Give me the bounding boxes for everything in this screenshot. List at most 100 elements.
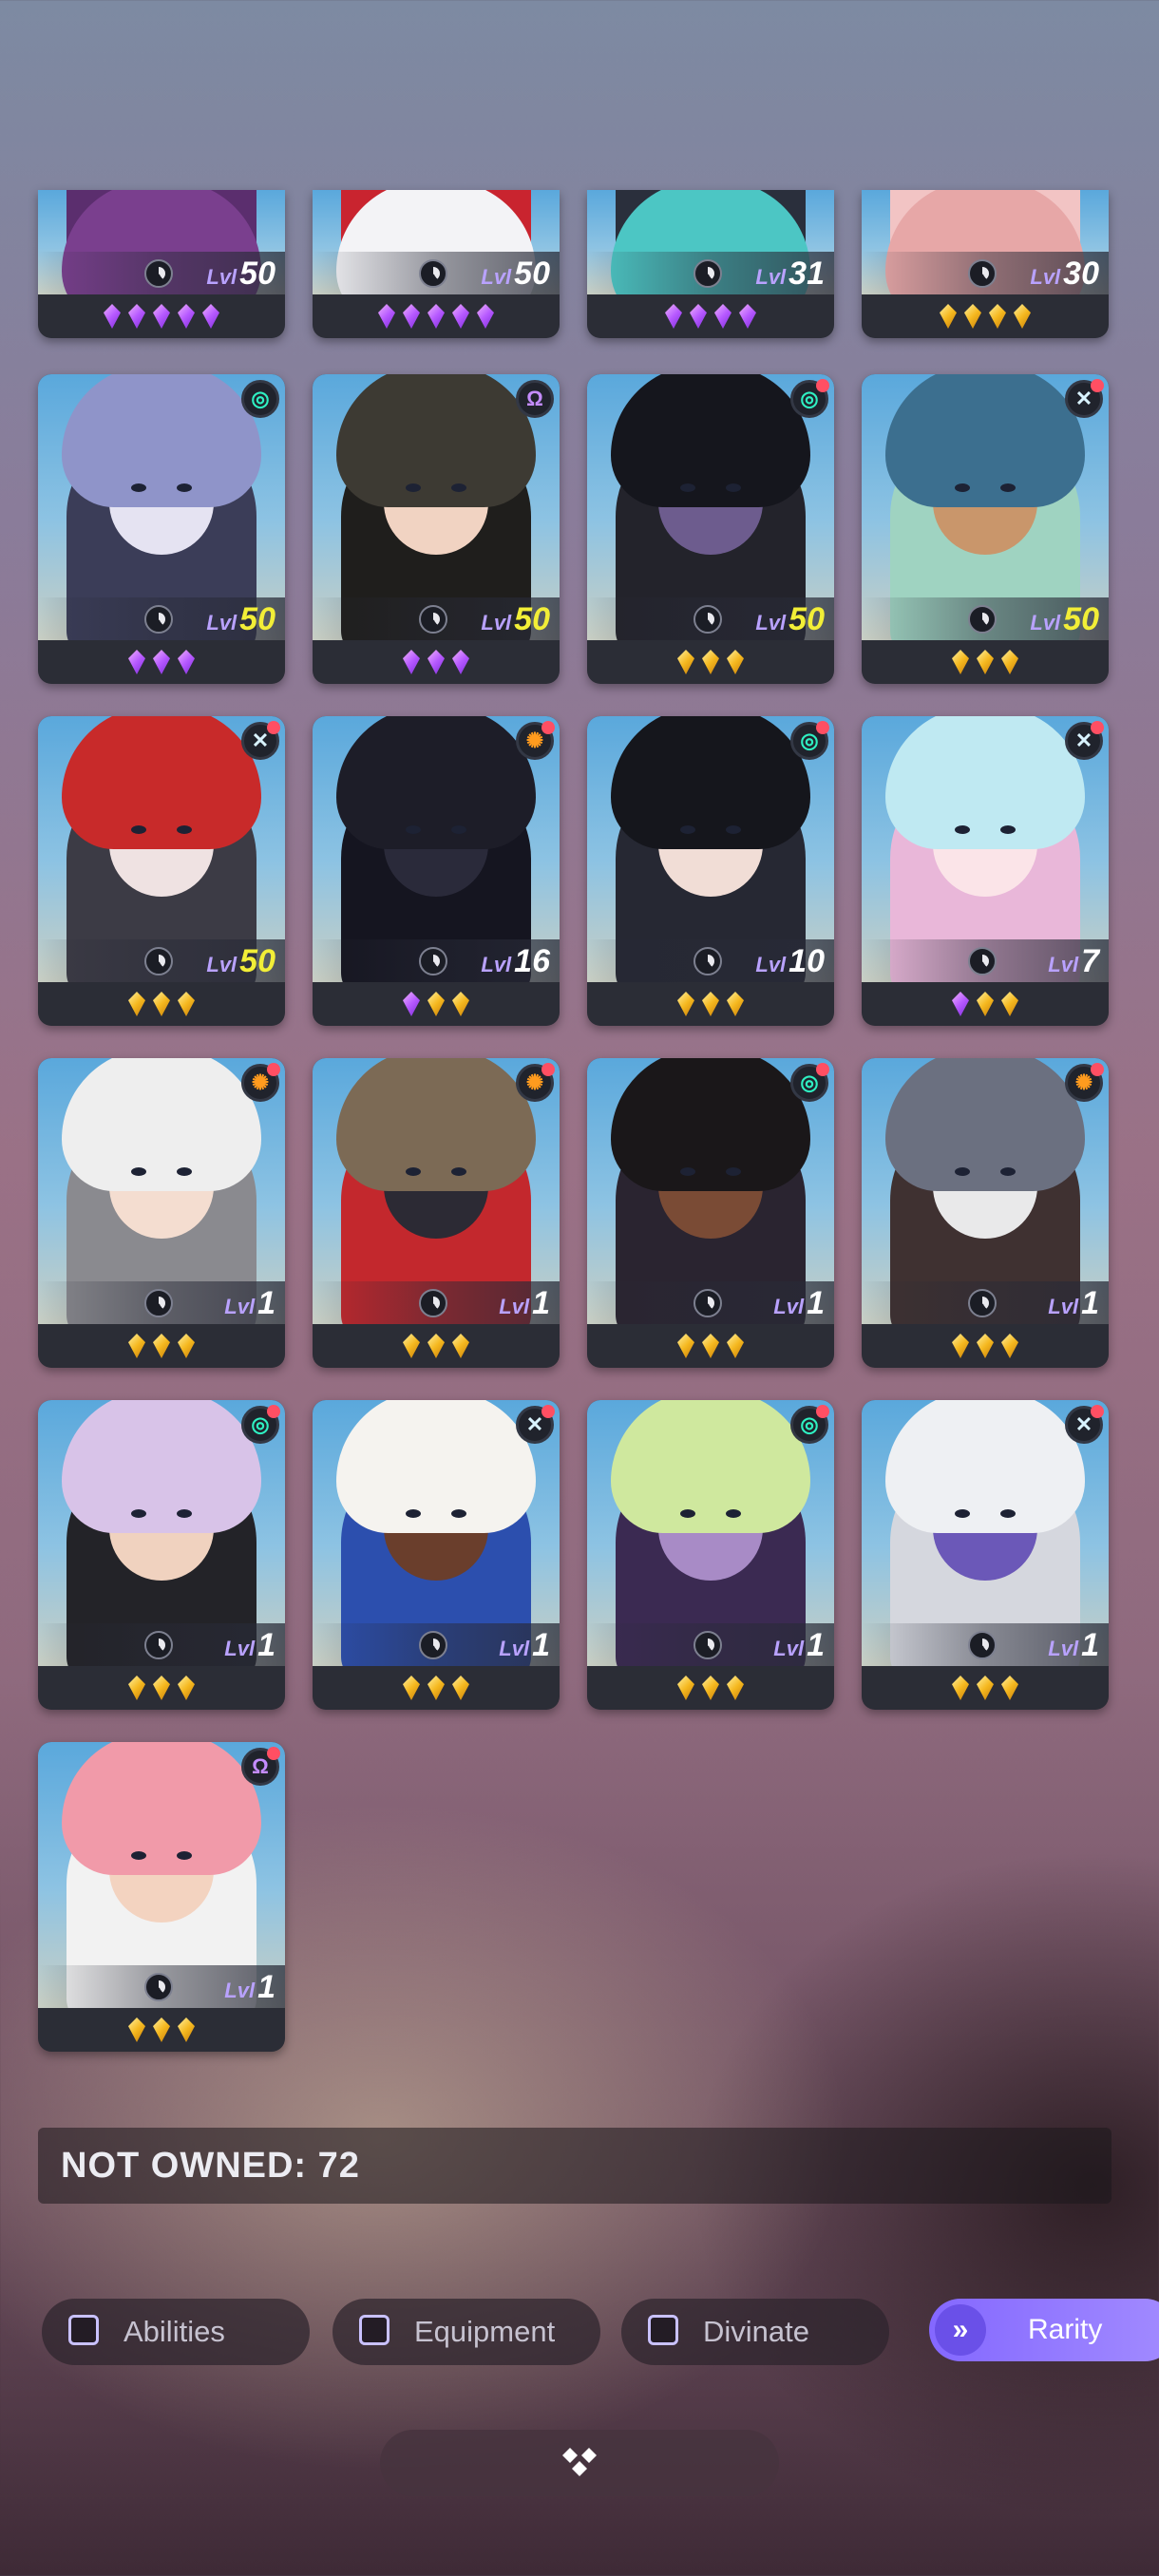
- rarity-gems: [587, 1666, 834, 1710]
- abilities-checkbox[interactable]: [68, 2315, 99, 2345]
- hero-card[interactable]: ◎ Lvl1: [587, 1400, 834, 1710]
- faction-glyph: ✕: [1074, 1412, 1093, 1436]
- rarity-gem-icon: [477, 304, 494, 329]
- rarity-gems: [313, 1666, 560, 1710]
- gear-icon: ✺: [516, 1063, 555, 1102]
- rarity-gems: [862, 1324, 1109, 1368]
- faction-glyph: ◎: [800, 729, 819, 752]
- level-label: Lvl: [1030, 611, 1061, 635]
- level-bar: Lvl1: [862, 1281, 1109, 1324]
- hero-card[interactable]: ✺ Lvl1: [862, 1058, 1109, 1368]
- rarity-gems: [313, 294, 560, 338]
- level-value: 50: [239, 601, 276, 637]
- level-label: Lvl: [1048, 1637, 1079, 1660]
- stage-progress-icon: [968, 605, 997, 634]
- hero-eye: [680, 483, 695, 492]
- hero-card[interactable]: Ω Lvl50: [313, 374, 560, 684]
- rarity-gem-icon: [727, 992, 744, 1016]
- not-owned-label: NOT OWNED: 72: [61, 2146, 360, 2186]
- hero-card[interactable]: Lvl31: [587, 190, 834, 338]
- hero-card[interactable]: ◎ Lvl50: [587, 374, 834, 684]
- rarity-gem-icon: [977, 1676, 994, 1700]
- faction-glyph: ◎: [800, 1070, 819, 1094]
- gear-icon: ✺: [1065, 1063, 1104, 1102]
- hero-card[interactable]: Lvl50: [38, 190, 285, 338]
- filter-abilities[interactable]: Abilities: [42, 2299, 310, 2365]
- rarity-gem-icon: [403, 992, 420, 1016]
- rarity-gem-icon: [178, 650, 195, 674]
- hero-card[interactable]: ◎ Lvl50: [38, 374, 285, 684]
- hero-card[interactable]: Lvl30: [862, 190, 1109, 338]
- cross-icon: ✕: [516, 1405, 555, 1444]
- hero-level: Lvl1: [499, 1626, 550, 1668]
- gear-icon: ✺: [241, 1063, 280, 1102]
- collapse-diamonds-icon: [562, 2448, 597, 2476]
- hero-level: Lvl30: [1030, 255, 1099, 296]
- hero-card[interactable]: ✺ Lvl16: [313, 716, 560, 1026]
- stage-progress-icon: [419, 947, 447, 975]
- level-value: 1: [1081, 1285, 1099, 1321]
- hero-card[interactable]: ✺ Lvl1: [38, 1058, 285, 1368]
- hero-card[interactable]: Ω Lvl1: [38, 1742, 285, 2052]
- level-value: 50: [788, 601, 825, 637]
- hero-eye: [406, 1509, 421, 1518]
- rarity-gem-icon: [952, 992, 969, 1016]
- rarity-gem-icon: [702, 992, 719, 1016]
- new-alert-dot: [542, 1405, 555, 1418]
- rarity-gem-icon: [153, 304, 170, 329]
- hero-card[interactable]: ✕ Lvl1: [313, 1400, 560, 1710]
- rarity-gems: [313, 640, 560, 684]
- level-bar: Lvl1: [38, 1965, 285, 2008]
- level-value: 7: [1081, 943, 1099, 979]
- hero-card[interactable]: ✕ Lvl50: [38, 716, 285, 1026]
- new-alert-dot: [267, 721, 280, 734]
- rarity-gem-icon: [178, 304, 195, 329]
- cross-icon: ✕: [1065, 379, 1104, 418]
- stage-progress-icon: [694, 605, 722, 634]
- rarity-gem-icon: [964, 304, 981, 329]
- rarity-gem-icon: [727, 1676, 744, 1700]
- hero-card[interactable]: ◎ Lvl1: [38, 1400, 285, 1710]
- level-bar: Lvl7: [862, 939, 1109, 982]
- level-label: Lvl: [224, 1979, 256, 2002]
- hero-eye: [1000, 483, 1016, 492]
- gear-icon: ✺: [516, 721, 555, 760]
- level-value: 1: [257, 1627, 276, 1663]
- cross-icon: ✕: [1065, 1405, 1104, 1444]
- hero-card[interactable]: ✺ Lvl1: [313, 1058, 560, 1368]
- level-value: 1: [532, 1285, 550, 1321]
- rarity-gem-icon: [104, 304, 121, 329]
- hero-eye: [177, 1167, 192, 1176]
- rarity-gem-icon: [940, 304, 957, 329]
- hero-card[interactable]: ◎ Lvl10: [587, 716, 834, 1026]
- rarity-gem-icon: [178, 1334, 195, 1358]
- hero-card[interactable]: ✕ Lvl7: [862, 716, 1109, 1026]
- hero-hair: [336, 374, 536, 507]
- hero-eye: [680, 1167, 695, 1176]
- rarity-gems: [38, 640, 285, 684]
- hero-card[interactable]: ✕ Lvl50: [862, 374, 1109, 684]
- collapse-button[interactable]: [380, 2430, 779, 2496]
- omega-icon: Ω: [516, 380, 554, 418]
- hero-card[interactable]: ◎ Lvl1: [587, 1058, 834, 1368]
- rarity-gem-icon: [977, 650, 994, 674]
- hero-card[interactable]: Lvl50: [313, 190, 560, 338]
- filter-divinate[interactable]: Divinate: [621, 2299, 889, 2365]
- level-value: 50: [514, 256, 550, 292]
- equipment-checkbox[interactable]: [359, 2315, 390, 2345]
- filter-equipment[interactable]: Equipment: [332, 2299, 600, 2365]
- hero-level: Lvl50: [1030, 600, 1099, 642]
- divinate-checkbox[interactable]: [648, 2315, 678, 2345]
- rarity-gem-icon: [989, 304, 1006, 329]
- stage-progress-icon: [144, 1973, 173, 2001]
- spiral-icon: ◎: [790, 1405, 829, 1444]
- hero-eye: [451, 1167, 466, 1176]
- hero-level: Lvl7: [1048, 942, 1099, 984]
- hero-hair: [611, 1400, 810, 1533]
- hero-eye: [177, 1509, 192, 1518]
- rarity-gem-icon: [428, 992, 445, 1016]
- new-alert-dot: [267, 1747, 280, 1760]
- hero-card[interactable]: ✕ Lvl1: [862, 1400, 1109, 1710]
- sort-rarity-button[interactable]: » Rarity: [929, 2299, 1159, 2361]
- filter-abilities-label: Abilities: [124, 2315, 225, 2348]
